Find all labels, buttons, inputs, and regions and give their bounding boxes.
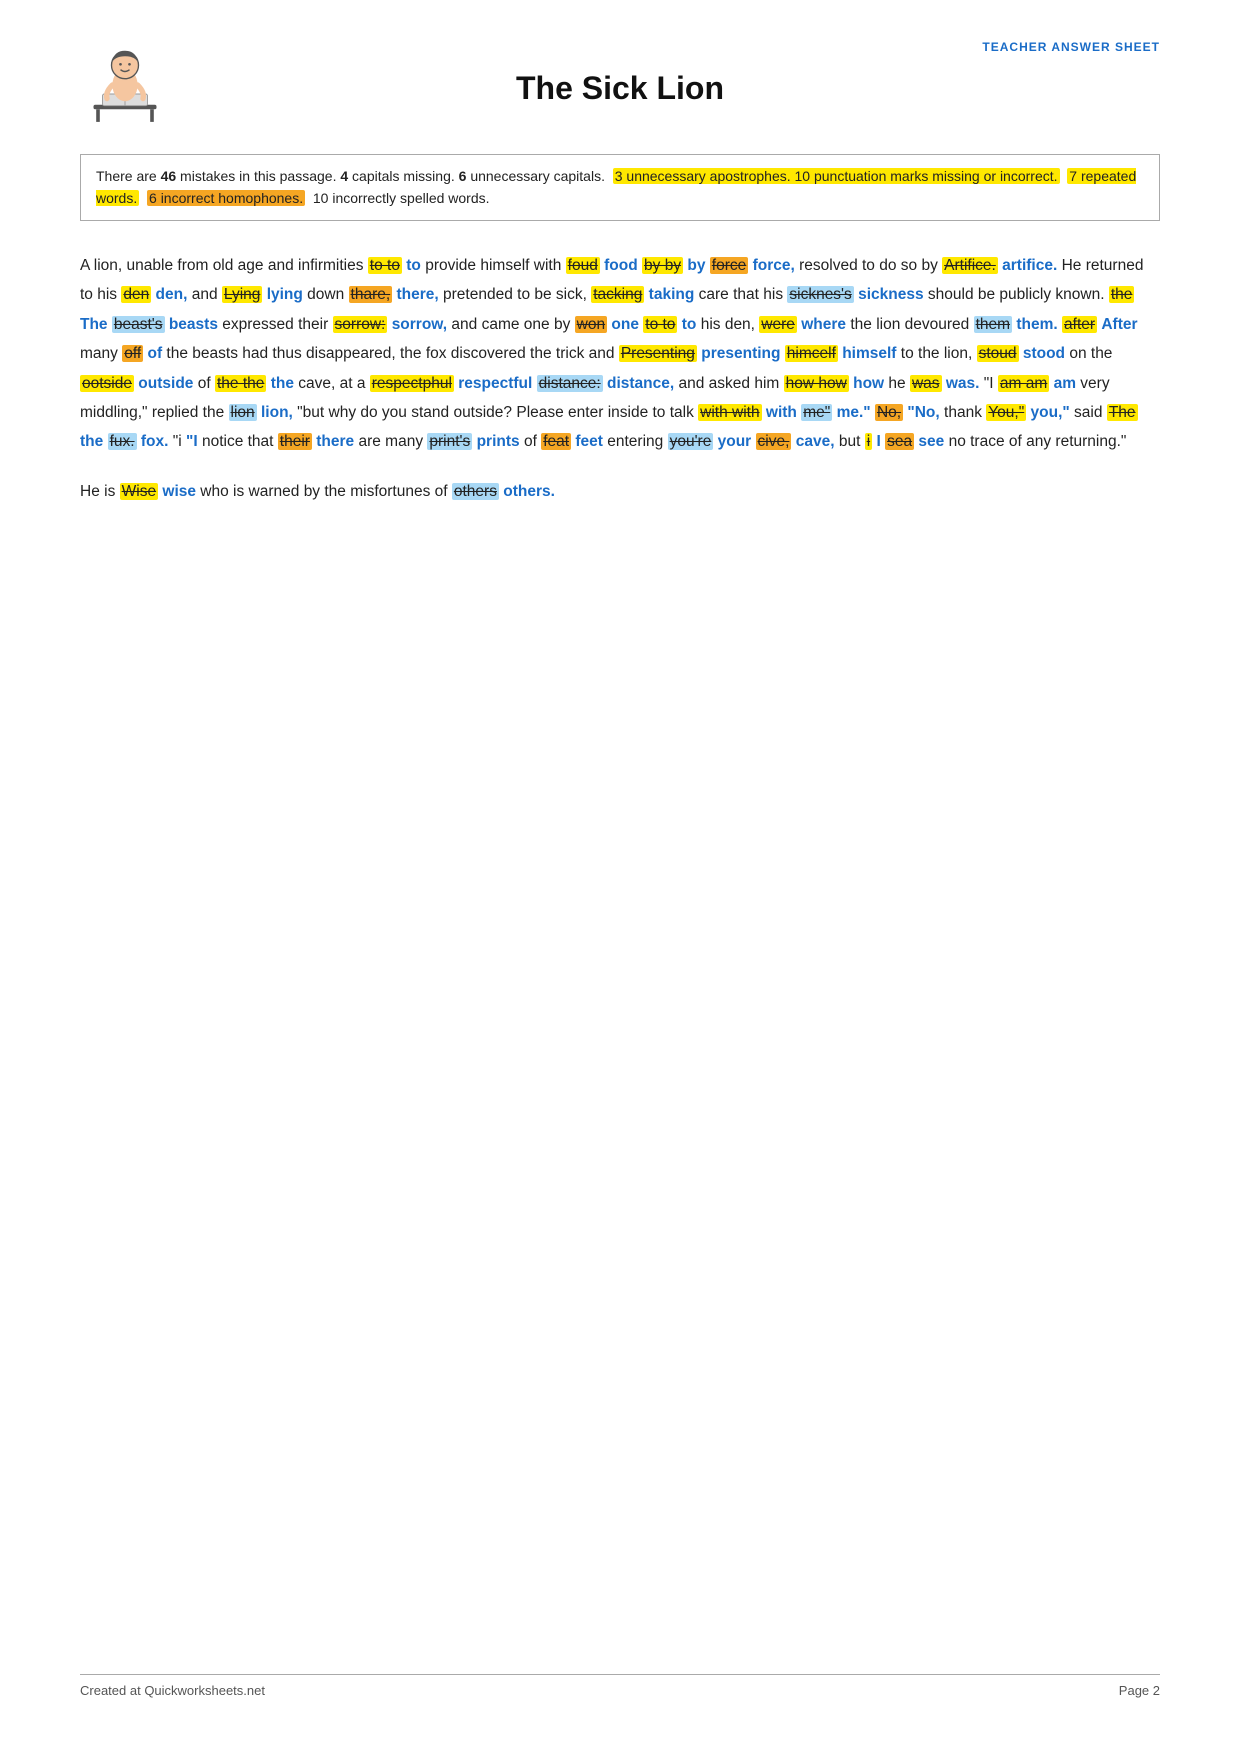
page: TEACHER ANSWER SHEET [0,0,1240,1753]
footer: Created at Quickworksheets.net Page 2 [80,1674,1160,1698]
logo-icon [80,40,170,130]
logo-area [80,40,190,134]
footer-right: Page 2 [1119,1683,1160,1698]
teacher-answer-label: TEACHER ANSWER SHEET [982,40,1160,54]
footer-left: Created at Quickworksheets.net [80,1683,265,1698]
page-title: The Sick Lion [190,70,1050,107]
info-box: There are 46 mistakes in this passage. 4… [80,154,1160,221]
header-area: The Sick Lion [80,40,1160,134]
passage: A lion, unable from old age and infirmit… [80,251,1160,507]
